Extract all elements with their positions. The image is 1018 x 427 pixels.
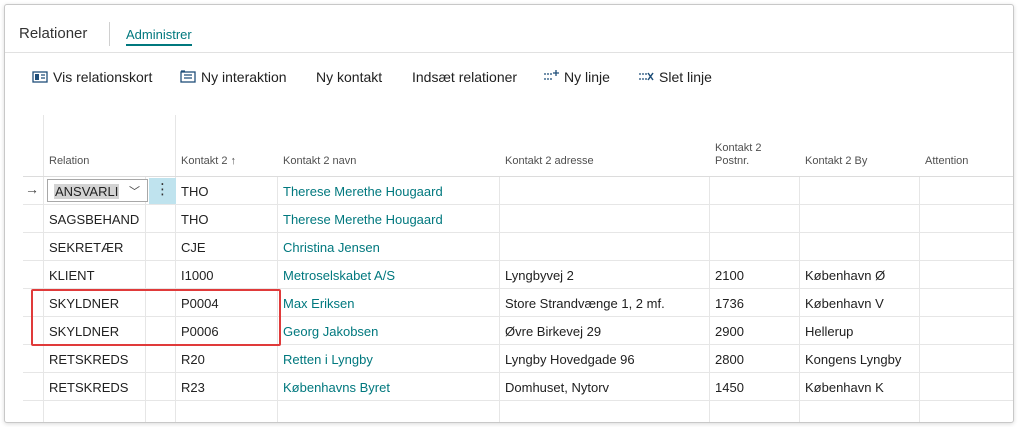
slet-linje-button[interactable]: Slet linje [638, 68, 712, 86]
vis-relationskort-button[interactable]: Vis relationskort [32, 68, 152, 86]
kontakt-cell[interactable]: R20 [181, 352, 205, 367]
action-toolbar: Vis relationskort Ny interaktion Ny kont… [5, 54, 1013, 100]
tab-bar: Relationer Administrer [5, 5, 1013, 53]
table-row[interactable]: KLIENT I1000 Metroselskabet A/S Lyngbyve… [23, 261, 1013, 289]
adresse-cell[interactable]: Lyngbyvej 2 [505, 268, 574, 283]
column-header-relation[interactable]: Relation [49, 155, 89, 168]
column-header-kontakt2-postnr[interactable]: Kontakt 2 Postnr. [715, 142, 761, 168]
navn-link[interactable]: Københavns Byret [283, 380, 390, 395]
table-row[interactable]: SAGSBEHAND THO Therese Merethe Hougaard [23, 205, 1013, 233]
relation-cell[interactable]: SEKRETÆR [49, 240, 123, 255]
table-row[interactable]: RETSKREDS R20 Retten i Lyngby Lyngby Hov… [23, 345, 1013, 373]
adresse-cell[interactable]: Øvre Birkevej 29 [505, 324, 601, 339]
column-header-kontakt2-adresse[interactable]: Kontakt 2 adresse [505, 155, 594, 168]
kontakt-cell[interactable]: I1000 [181, 268, 214, 283]
page-title: Relationer [19, 25, 88, 42]
postnr-cell[interactable]: 2900 [715, 324, 744, 339]
table-row[interactable]: RETSKREDS R23 Københavns Byret Domhuset,… [23, 373, 1013, 401]
ny-interaktion-label: Ny interaktion [201, 69, 287, 85]
relation-cell[interactable]: SAGSBEHAND [49, 212, 139, 227]
row-actions-button[interactable]: ⋮ [149, 178, 176, 204]
table-row[interactable]: SEKRETÆR CJE Christina Jensen [23, 233, 1013, 261]
table-row[interactable]: → ANSVARLI ﹀ ⋮ THO Therese Merethe Houga… [23, 177, 1013, 205]
postnr-cell[interactable]: 1736 [715, 296, 744, 311]
sort-ascending-icon: ↑ [230, 155, 237, 167]
relation-cell[interactable]: RETSKREDS [49, 380, 128, 395]
card-icon [32, 71, 48, 83]
navn-link[interactable]: Max Eriksen [283, 296, 355, 311]
relation-cell[interactable]: RETSKREDS [49, 352, 128, 367]
adresse-cell[interactable]: Store Strandvænge 1, 2 mf. [505, 296, 665, 311]
by-cell[interactable]: Kongens Lyngby [805, 352, 901, 367]
column-header-kontakt2-label: Kontakt 2 [181, 155, 228, 167]
ny-interaktion-button[interactable]: Ny interaktion [180, 68, 287, 86]
indsaet-relationer-label: Indsæt relationer [412, 69, 518, 85]
delete-line-icon [639, 72, 654, 81]
postnr-cell[interactable]: 2100 [715, 268, 744, 283]
tab-divider [109, 22, 110, 46]
relation-cell[interactable]: KLIENT [49, 268, 95, 283]
column-header-kontakt2-navn[interactable]: Kontakt 2 navn [283, 155, 356, 168]
navn-link[interactable]: Therese Merethe Hougaard [283, 212, 443, 227]
column-header-kontakt2-by[interactable]: Kontakt 2 By [805, 155, 867, 168]
indsaet-relationer-button[interactable]: Indsæt relationer [412, 68, 517, 86]
by-cell[interactable]: Hellerup [805, 324, 853, 339]
relation-select-value: ANSVARLI [54, 184, 120, 199]
ny-kontakt-button[interactable]: Ny kontakt [316, 68, 382, 86]
relation-select[interactable]: ANSVARLI ﹀ [47, 179, 148, 202]
relations-grid: Relation Kontakt 2 ↑ Kontakt 2 navn Kont… [23, 115, 1013, 422]
chevron-down-icon[interactable]: ﹀ [129, 183, 140, 199]
ny-linje-label: Ny linje [564, 69, 610, 85]
navn-link[interactable]: Retten i Lyngby [283, 352, 373, 367]
column-header-kontakt2-postnr-line2: Postnr. [715, 155, 750, 167]
by-cell[interactable]: København Ø [805, 268, 885, 283]
navn-link[interactable]: Christina Jensen [283, 240, 380, 255]
tab-administrer[interactable]: Administrer [126, 27, 192, 46]
navn-link[interactable]: Georg Jakobsen [283, 324, 378, 339]
by-cell[interactable]: København K [805, 380, 884, 395]
column-header-kontakt2[interactable]: Kontakt 2 ↑ [181, 155, 236, 168]
highlight-annotation [31, 289, 281, 346]
kontakt-cell[interactable]: THO [181, 212, 208, 227]
kontakt-cell[interactable]: THO [181, 184, 208, 199]
current-row-arrow-icon: → [25, 181, 39, 197]
vis-relationskort-label: Vis relationskort [53, 69, 153, 85]
adresse-cell[interactable]: Lyngby Hovedgade 96 [505, 352, 635, 367]
column-header-attention[interactable]: Attention [925, 155, 968, 168]
by-cell[interactable]: København V [805, 296, 884, 311]
postnr-cell[interactable]: 1450 [715, 380, 744, 395]
slet-linje-label: Slet linje [659, 69, 712, 85]
interaction-icon [180, 70, 196, 83]
navn-link[interactable]: Metroselskabet A/S [283, 268, 395, 283]
new-line-icon [544, 70, 559, 80]
ny-kontakt-label: Ny kontakt [316, 69, 383, 85]
postnr-cell[interactable]: 2800 [715, 352, 744, 367]
kontakt-cell[interactable]: R23 [181, 380, 205, 395]
adresse-cell[interactable]: Domhuset, Nytorv [505, 380, 609, 395]
relations-page: Relationer Administrer Vis relationskort… [4, 4, 1014, 423]
grid-header: Relation Kontakt 2 ↑ Kontakt 2 navn Kont… [23, 115, 1013, 177]
kontakt-cell[interactable]: CJE [181, 240, 206, 255]
column-header-kontakt2-postnr-line1: Kontakt 2 [715, 142, 762, 154]
ny-linje-button[interactable]: Ny linje [543, 68, 610, 86]
navn-link[interactable]: Therese Merethe Hougaard [283, 184, 443, 199]
